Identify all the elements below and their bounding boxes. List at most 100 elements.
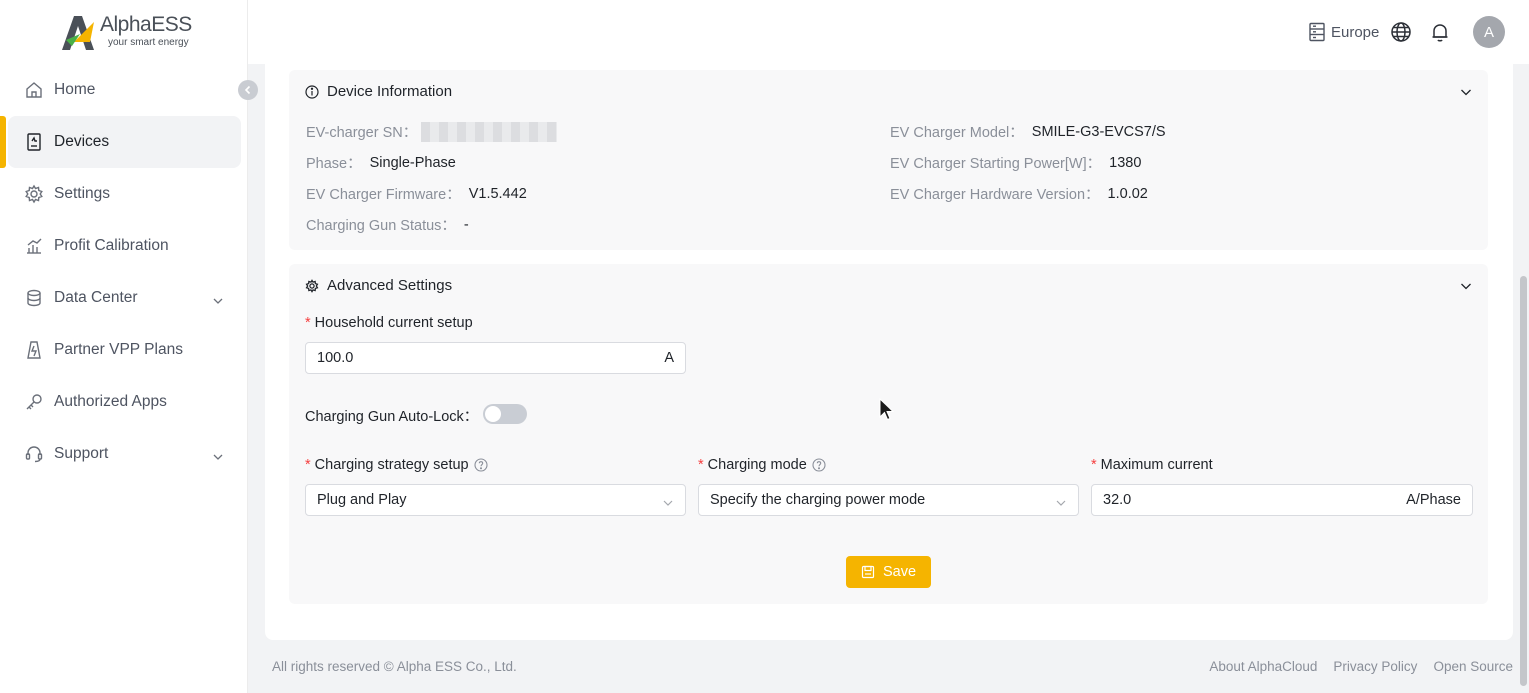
household-current-value: 100.0: [317, 350, 354, 366]
ev-charger-sn-row: EV-charger SN：: [306, 121, 558, 142]
ev-charger-model-value: SMILE-G3-EVCS7/S: [1031, 123, 1166, 140]
brand-name: AlphaESS: [100, 13, 192, 36]
sidebar-item-settings[interactable]: Settings: [8, 168, 241, 220]
firmware-label: EV Charger Firmware：: [306, 187, 461, 203]
gear-icon: [305, 278, 319, 293]
household-current-label-text: Household current setup: [314, 315, 473, 331]
firmware-value: V1.5.442: [468, 185, 527, 202]
open-source-link[interactable]: Open Source: [1433, 659, 1513, 674]
starting-power-row: EV Charger Starting Power[W]： 1380: [890, 152, 1141, 173]
chevron-down-icon[interactable]: [1459, 85, 1473, 99]
chevron-down-icon: [213, 293, 223, 304]
required-marker: *: [1091, 457, 1097, 473]
charging-mode-value: Specify the charging power mode: [710, 492, 926, 508]
sidebar-item-label: Authorized Apps: [54, 393, 167, 410]
gun-status-label: Charging Gun Status：: [306, 218, 456, 234]
sidebar-item-authorized-apps[interactable]: Authorized Apps: [8, 376, 241, 428]
charging-strategy-label: * Charging strategy setup: [305, 457, 488, 473]
support-icon: [24, 444, 44, 464]
globe-icon[interactable]: [1390, 21, 1412, 43]
household-current-input[interactable]: 100.0 A: [305, 342, 686, 374]
maximum-current-label-text: Maximum current: [1100, 457, 1213, 473]
panel-title: Device Information: [327, 83, 453, 100]
alphaess-logo[interactable]: AlphaESS your smart energy: [60, 12, 192, 52]
active-indicator: [0, 116, 6, 168]
save-button[interactable]: Save: [846, 556, 931, 588]
charging-strategy-label-text: Charging strategy setup: [314, 457, 469, 473]
sidebar-collapse-button[interactable]: [238, 80, 258, 100]
sidebar-item-profit-calibration[interactable]: Profit Calibration: [8, 220, 241, 272]
vpp-icon: [24, 340, 44, 360]
mouse-cursor-icon: [879, 397, 895, 422]
device-icon: [24, 132, 44, 152]
region-selector[interactable]: Europe: [1307, 22, 1379, 42]
sidebar-item-partner-vpp-plans[interactable]: Partner VPP Plans: [8, 324, 241, 376]
sidebar-item-devices[interactable]: Devices: [8, 116, 241, 168]
sidebar-item-label: Devices: [54, 133, 110, 150]
charging-strategy-select[interactable]: Plug and Play: [305, 484, 686, 516]
sidebar-item-support[interactable]: Support: [8, 428, 241, 480]
phase-value: Single-Phase: [369, 154, 456, 171]
help-icon[interactable]: [474, 458, 488, 472]
required-marker: *: [698, 457, 704, 473]
footer-links: About AlphaCloud Privacy Policy Open Sou…: [1209, 659, 1513, 674]
masked-serial-number: [421, 121, 558, 142]
save-icon: [861, 565, 875, 579]
help-icon[interactable]: [812, 458, 826, 472]
sidebar-item-home[interactable]: Home: [8, 64, 241, 116]
charging-mode-label-text: Charging mode: [707, 457, 807, 473]
maximum-current-unit: A/Phase: [1406, 492, 1461, 508]
scrollbar[interactable]: [1520, 276, 1527, 686]
sidebar-item-data-center[interactable]: Data Center: [8, 272, 241, 324]
maximum-current-value: 32.0: [1103, 492, 1132, 508]
avatar[interactable]: A: [1473, 16, 1505, 48]
required-marker: *: [305, 315, 311, 331]
bell-icon[interactable]: [1429, 21, 1451, 43]
hardware-version-value: 1.0.02: [1107, 185, 1148, 202]
hardware-version-label: EV Charger Hardware Version：: [890, 187, 1100, 203]
ev-charger-model-row: EV Charger Model： SMILE-G3-EVCS7/S: [890, 121, 1166, 142]
info-icon: [305, 84, 319, 99]
maximum-current-input[interactable]: 32.0 A/Phase: [1091, 484, 1473, 516]
charging-mode-select[interactable]: Specify the charging power mode: [698, 484, 1079, 516]
brand-tagline: your smart energy: [108, 37, 189, 48]
sidebar-item-label: Support: [54, 445, 109, 462]
ev-charger-sn-label: EV-charger SN：: [306, 125, 418, 141]
device-information-header[interactable]: Device Information: [305, 83, 452, 100]
key-icon: [24, 392, 44, 412]
advanced-settings-header[interactable]: Advanced Settings: [305, 277, 452, 294]
household-current-unit: A: [664, 350, 674, 366]
sidebar-item-label: Partner VPP Plans: [54, 341, 183, 358]
sidebar-item-label: Home: [54, 81, 96, 98]
gear-icon: [24, 184, 44, 204]
starting-power-value: 1380: [1109, 154, 1142, 171]
about-link[interactable]: About AlphaCloud: [1209, 659, 1317, 674]
maximum-current-label: * Maximum current: [1091, 457, 1213, 473]
charging-mode-label: * Charging mode: [698, 457, 826, 473]
auto-lock-toggle[interactable]: [483, 404, 527, 424]
required-marker: *: [305, 457, 311, 473]
region-label: Europe: [1331, 23, 1380, 41]
gun-status-row: Charging Gun Status： -: [306, 214, 469, 235]
charging-strategy-value: Plug and Play: [317, 492, 407, 508]
chart-icon: [24, 236, 44, 256]
toggle-knob: [485, 406, 501, 422]
panel-title: Advanced Settings: [327, 277, 453, 294]
starting-power-label: EV Charger Starting Power[W]：: [890, 156, 1102, 172]
sidebar-item-label: Data Center: [54, 289, 138, 306]
privacy-policy-link[interactable]: Privacy Policy: [1333, 659, 1417, 674]
copyright-text: All rights reserved © Alpha ESS Co., Ltd…: [272, 659, 517, 674]
server-icon: [1307, 22, 1327, 42]
phase-label: Phase：: [306, 156, 362, 172]
save-button-label: Save: [882, 564, 917, 580]
chevron-down-icon: [663, 496, 673, 506]
database-icon: [24, 288, 44, 308]
chevron-down-icon: [213, 449, 223, 460]
hardware-version-row: EV Charger Hardware Version： 1.0.02: [890, 183, 1148, 204]
gun-status-value: -: [463, 216, 469, 233]
phase-row: Phase： Single-Phase: [306, 152, 456, 173]
firmware-row: EV Charger Firmware： V1.5.442: [306, 183, 527, 204]
chevron-down-icon: [1056, 496, 1066, 506]
auto-lock-label: Charging Gun Auto-Lock：: [305, 409, 479, 425]
chevron-down-icon[interactable]: [1459, 279, 1473, 293]
